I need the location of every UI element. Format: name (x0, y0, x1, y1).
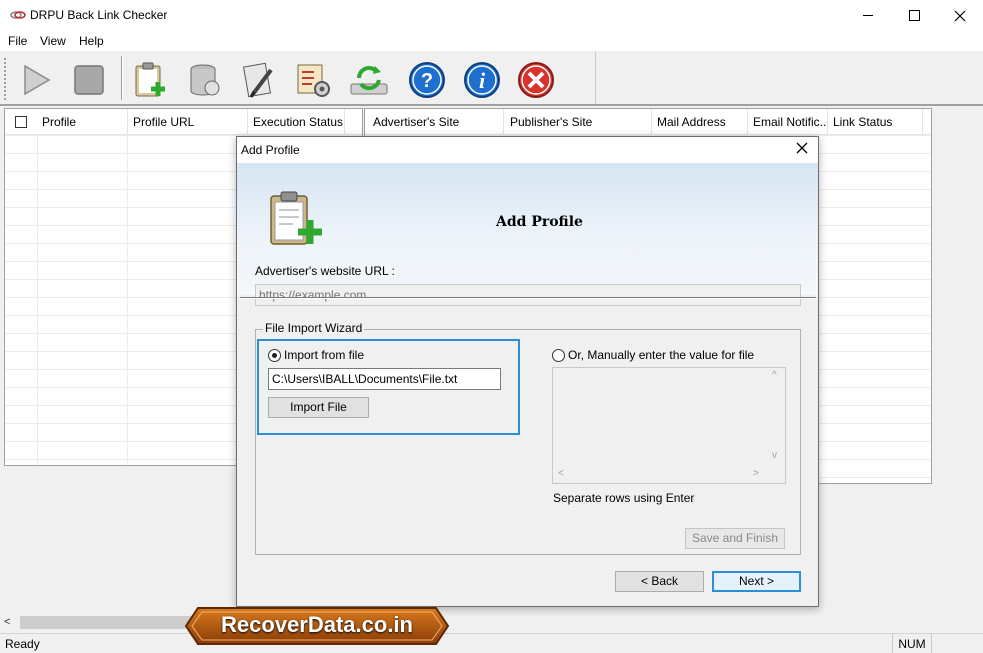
column-advertisers-site[interactable]: Advertiser's Site (368, 109, 504, 135)
dialog-title: Add Profile (241, 143, 300, 157)
close-window-button[interactable] (937, 0, 983, 31)
results-grid-header: Advertiser's Site Publisher's Site Mail … (365, 109, 931, 135)
profile-grid-header: Profile Profile URL Execution Status (5, 109, 362, 135)
column-mail-address[interactable]: Mail Address (652, 109, 748, 135)
start-button[interactable] (14, 58, 58, 102)
info-button[interactable]: i (460, 58, 504, 102)
sync-icon (350, 66, 388, 95)
url-label: Advertiser's website URL : (255, 264, 395, 278)
settings-checklist-icon (297, 64, 330, 97)
add-profile-icon (135, 62, 165, 97)
vertical-scrollbar[interactable]: ^ v (768, 368, 785, 466)
num-lock-indicator: NUM (892, 634, 932, 653)
play-icon (24, 64, 51, 96)
app-link-icon (10, 11, 26, 19)
scrollbar-thumb[interactable] (20, 616, 200, 629)
stop-button[interactable] (67, 58, 111, 102)
watermark-text: RecoverData.co.in (221, 612, 413, 637)
sync-button[interactable] (347, 58, 391, 102)
scroll-down-icon[interactable]: v (772, 450, 777, 461)
watermark-banner: RecoverData.co.in (184, 606, 450, 646)
group-label: File Import Wizard (263, 321, 365, 335)
toolbar-bottom-edge (0, 104, 983, 106)
window-title: DRPU Back Link Checker (30, 8, 168, 22)
menu-file[interactable]: File (8, 34, 27, 48)
dialog-heading: Add Profile (496, 214, 583, 230)
status-text: Ready (5, 637, 40, 651)
dialog-title-bar: Add Profile (237, 137, 818, 163)
save-and-finish-button[interactable]: Save and Finish (685, 528, 785, 549)
import-file-button[interactable]: Import File (268, 397, 369, 418)
menu-view[interactable]: View (40, 34, 66, 48)
settings-button[interactable] (291, 58, 335, 102)
scroll-left-icon[interactable]: < (558, 468, 564, 479)
minimize-button[interactable] (845, 0, 891, 31)
toolbar-separator (121, 56, 123, 100)
scroll-left-arrow-icon[interactable]: < (4, 614, 10, 631)
add-profile-dialog: Add Profile Add Profile Advertiser's web… (236, 136, 819, 607)
stop-icon (74, 65, 104, 95)
add-profile-button[interactable] (128, 58, 172, 102)
manual-entry-textarea[interactable]: ^ v < > (552, 367, 786, 484)
next-button[interactable]: Next > (712, 571, 801, 592)
close-icon (954, 10, 966, 21)
column-profile-url[interactable]: Profile URL (128, 109, 248, 135)
database-icon (190, 64, 220, 96)
info-icon: i (464, 62, 500, 98)
file-path-input[interactable] (268, 368, 501, 390)
manual-entry-radio[interactable] (552, 349, 565, 362)
help-button[interactable]: ? (405, 58, 449, 102)
status-bar: Ready NUM (0, 633, 983, 653)
dialog-divider (240, 297, 816, 299)
edit-report-icon (242, 62, 273, 98)
database-button[interactable] (183, 58, 227, 102)
add-profile-icon (270, 191, 322, 245)
horizontal-scrollbar[interactable]: < > (553, 466, 785, 483)
help-icon: ? (409, 62, 445, 98)
column-publishers-site[interactable]: Publisher's Site (505, 109, 652, 135)
report-button[interactable] (237, 58, 281, 102)
back-button[interactable]: < Back (615, 571, 704, 592)
column-link-status[interactable]: Link Status (828, 109, 923, 135)
title-bar: DRPU Back Link Checker (0, 0, 983, 31)
import-from-file-label[interactable]: Import from file (284, 348, 364, 362)
exit-button[interactable] (514, 58, 558, 102)
grid-divider (37, 135, 38, 465)
svg-text:i: i (479, 68, 486, 93)
column-execution-status[interactable]: Execution Status (248, 109, 345, 135)
scroll-right-icon[interactable]: > (753, 468, 759, 479)
select-all-checkbox[interactable] (15, 116, 27, 128)
svg-text:?: ? (421, 70, 433, 92)
toolbar-grip[interactable] (4, 58, 7, 100)
column-email-notification[interactable]: Email Notific... (748, 109, 828, 135)
menu-help[interactable]: Help (79, 34, 104, 48)
close-icon (518, 62, 554, 98)
menu-bar: File View Help (0, 31, 983, 51)
manual-entry-label[interactable]: Or, Manually enter the value for file (568, 348, 754, 362)
grid-divider (127, 135, 128, 465)
column-profile[interactable]: Profile (37, 109, 128, 135)
maximize-button[interactable] (891, 0, 937, 31)
close-icon (796, 142, 808, 154)
import-from-file-radio[interactable] (268, 349, 281, 362)
dialog-header: Add Profile Advertiser's website URL : (237, 163, 818, 306)
scroll-up-icon[interactable]: ^ (772, 370, 777, 381)
dialog-close-button[interactable] (792, 140, 812, 160)
separate-rows-note: Separate rows using Enter (553, 491, 695, 505)
advertiser-url-input[interactable] (255, 284, 801, 306)
